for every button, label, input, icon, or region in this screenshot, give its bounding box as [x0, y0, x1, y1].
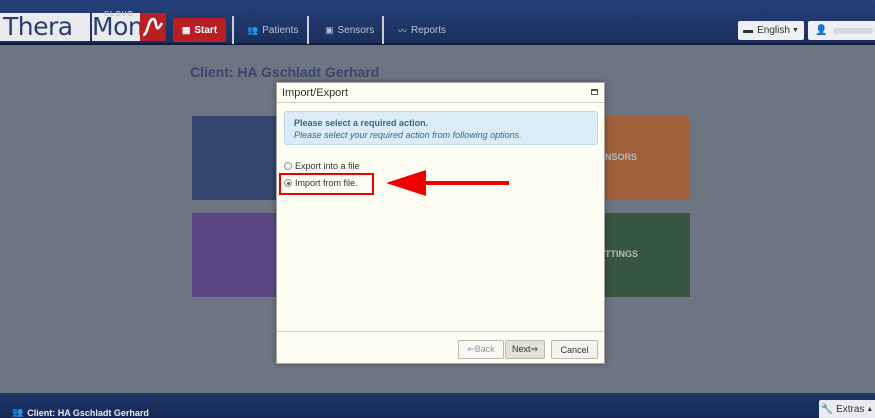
- wrench-icon: 🔧: [820, 403, 834, 415]
- next-button[interactable]: Next⇒: [505, 340, 545, 359]
- footer-bar: 👥 Client: HA Gschladt Gerhard: [0, 393, 875, 418]
- language-label: English: [757, 25, 790, 36]
- caret-up-icon: ▲: [866, 405, 874, 413]
- footer-client-label: Client: HA Gschladt Gerhard: [27, 407, 149, 418]
- nav-patients[interactable]: 👥 Patients: [247, 18, 298, 42]
- info-alert: Please select a required action. Please …: [284, 111, 598, 145]
- export-radio[interactable]: [284, 162, 292, 170]
- nav-sensors[interactable]: ▣ Sensors: [325, 18, 374, 42]
- annotation-arrow-shaft: [420, 181, 509, 185]
- dialog-title: Import/Export: [282, 87, 349, 99]
- user-name-blurred: [833, 27, 874, 34]
- nav-patients-label: Patients: [262, 24, 299, 36]
- cancel-button[interactable]: Cancel: [551, 340, 598, 359]
- chart-line-icon: 〰: [398, 25, 408, 36]
- extras-button[interactable]: 🔧 Extras ▲: [819, 400, 875, 418]
- back-button[interactable]: ⇐Back: [458, 340, 504, 359]
- logo-wave-icon: [140, 13, 166, 41]
- nav-divider: [307, 16, 309, 44]
- language-dropdown[interactable]: ▬ English ▼: [738, 21, 804, 40]
- annotation-arrow-icon: [386, 170, 426, 196]
- highlight-box: [279, 173, 374, 195]
- nav-divider: [382, 16, 384, 44]
- patients-icon: 👥: [247, 24, 259, 35]
- theramon-logo[interactable]: Thera Mon CLOUD: [0, 11, 166, 41]
- alert-text: Please select your required action from …: [294, 130, 522, 140]
- grid-icon: ▦: [181, 24, 191, 35]
- maximize-icon[interactable]: [591, 89, 598, 95]
- comment-icon: ▬: [743, 25, 754, 36]
- nav-sensors-label: Sensors: [337, 24, 375, 36]
- import-export-dialog: Import/Export Please select a required a…: [276, 82, 605, 364]
- nav-start[interactable]: ▦ Start: [173, 18, 226, 42]
- logo-thera-text: Thera: [0, 13, 90, 41]
- nav-divider: [232, 16, 234, 44]
- user-menu[interactable]: 👤: [808, 21, 875, 40]
- dialog-footer: ⇐Back Next⇒ Cancel: [277, 331, 604, 364]
- nav-start-label: Start: [194, 24, 218, 36]
- logo-cloud-text: CLOUD: [104, 11, 134, 18]
- nav-reports[interactable]: 〰 Reports: [398, 18, 446, 42]
- top-navbar: Thera Mon CLOUD ▦ Start 👥 Patients ▣ Sen…: [0, 0, 875, 45]
- caret-down-icon: ▼: [791, 27, 799, 34]
- alert-title: Please select a required action.: [294, 118, 429, 128]
- user-icon: 👤: [815, 25, 828, 36]
- dialog-header: Import/Export: [277, 83, 604, 103]
- nav-reports-label: Reports: [411, 24, 447, 36]
- extras-label: Extras: [836, 403, 865, 415]
- option-export[interactable]: Export into a file: [284, 161, 360, 171]
- footer-client: 👥 Client: HA Gschladt Gerhard: [12, 407, 149, 418]
- sensor-icon: ▣: [325, 24, 334, 35]
- option-export-label: Export into a file: [295, 161, 360, 171]
- patients-icon: 👥: [12, 407, 24, 417]
